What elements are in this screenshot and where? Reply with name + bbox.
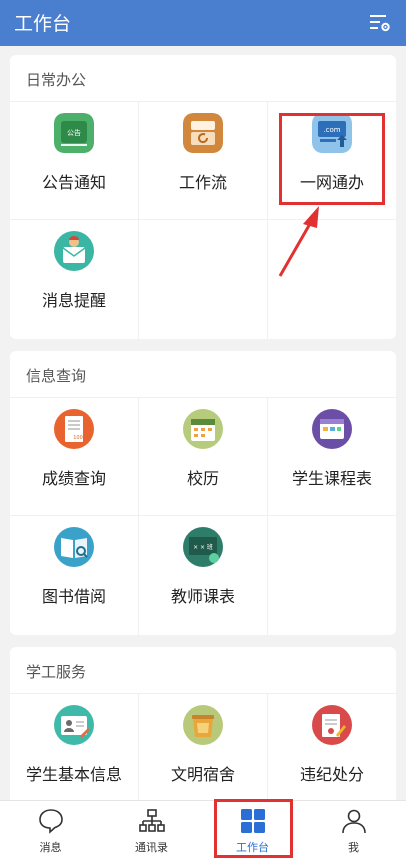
section-info-query: 信息查询 100 成绩查询 校历 学生课程表 图书借阅 × × 班 教师课表	[10, 351, 396, 635]
arrow-annotation	[278, 206, 319, 277]
app-label: 教师课表	[170, 587, 235, 606]
tab-label: 通讯录	[135, 841, 168, 854]
app-label: 工作流	[178, 173, 227, 192]
tab-highlight-box	[214, 799, 293, 858]
tab-label: 消息	[39, 841, 62, 854]
app-message-reminder[interactable]: 消息提醒	[10, 219, 138, 337]
app-workflow[interactable]: 工作流	[139, 101, 267, 219]
app-label: 违纪处分	[299, 765, 364, 784]
app-discipline[interactable]: 违纪处分	[268, 693, 396, 807]
section-title: 学工服务	[26, 663, 87, 681]
message-reminder-icon	[54, 231, 94, 271]
app-notice[interactable]: 公告 公告通知	[10, 101, 138, 219]
discipline-icon	[312, 705, 352, 745]
svg-text:公告: 公告	[67, 128, 81, 137]
app-label: 学生基本信息	[25, 765, 122, 784]
grade-query-icon: 100	[54, 409, 94, 449]
app-label: 校历	[186, 469, 219, 488]
app-student-timetable[interactable]: 学生课程表	[268, 397, 396, 515]
app-student-info[interactable]: 学生基本信息	[10, 693, 138, 807]
section-title: 日常办公	[26, 71, 87, 89]
person-icon	[342, 809, 366, 834]
svg-text:100: 100	[73, 435, 83, 441]
app-library-borrow[interactable]: 图书借阅	[10, 515, 138, 633]
app-label: 公告通知	[41, 173, 106, 192]
settings-list-icon[interactable]	[368, 11, 392, 35]
app-school-calendar[interactable]: 校历	[139, 397, 267, 515]
header-bar: 工作台	[0, 0, 406, 46]
library-borrow-icon	[54, 527, 94, 567]
app-label: 成绩查询	[41, 469, 106, 488]
workflow-icon	[183, 113, 223, 153]
tab-messages[interactable]: 消息	[0, 801, 101, 861]
section-student-affairs: 学工服务 学生基本信息 文明宿舍 违纪处分	[10, 647, 396, 807]
section-title: 信息查询	[26, 367, 87, 385]
app-label: 消息提醒	[41, 291, 106, 310]
app-label: 文明宿舍	[170, 765, 235, 784]
tab-label: 我	[348, 841, 359, 854]
app-label: 学生课程表	[291, 469, 372, 488]
app-civilized-dorm[interactable]: 文明宿舍	[139, 693, 267, 807]
page-title: 工作台	[14, 13, 72, 35]
bottom-tab-bar: 消息 通讯录 工作台 我	[0, 800, 406, 861]
student-timetable-icon	[312, 409, 352, 449]
teacher-timetable-icon: × × 班	[183, 527, 223, 567]
svg-text:× × 班: × × 班	[193, 543, 213, 551]
org-chart-icon	[139, 809, 165, 832]
highlight-box	[279, 113, 385, 205]
tab-contacts[interactable]: 通讯录	[101, 801, 202, 861]
school-calendar-icon	[183, 409, 223, 449]
app-label: 图书借阅	[41, 587, 106, 606]
notice-board-icon: 公告	[54, 113, 94, 153]
civilized-dorm-icon	[183, 705, 223, 745]
app-teacher-timetable[interactable]: × × 班 教师课表	[139, 515, 267, 633]
tab-me[interactable]: 我	[303, 801, 404, 861]
student-info-icon	[54, 705, 94, 745]
chat-bubble-icon	[39, 809, 63, 834]
app-grade-query[interactable]: 100 成绩查询	[10, 397, 138, 515]
